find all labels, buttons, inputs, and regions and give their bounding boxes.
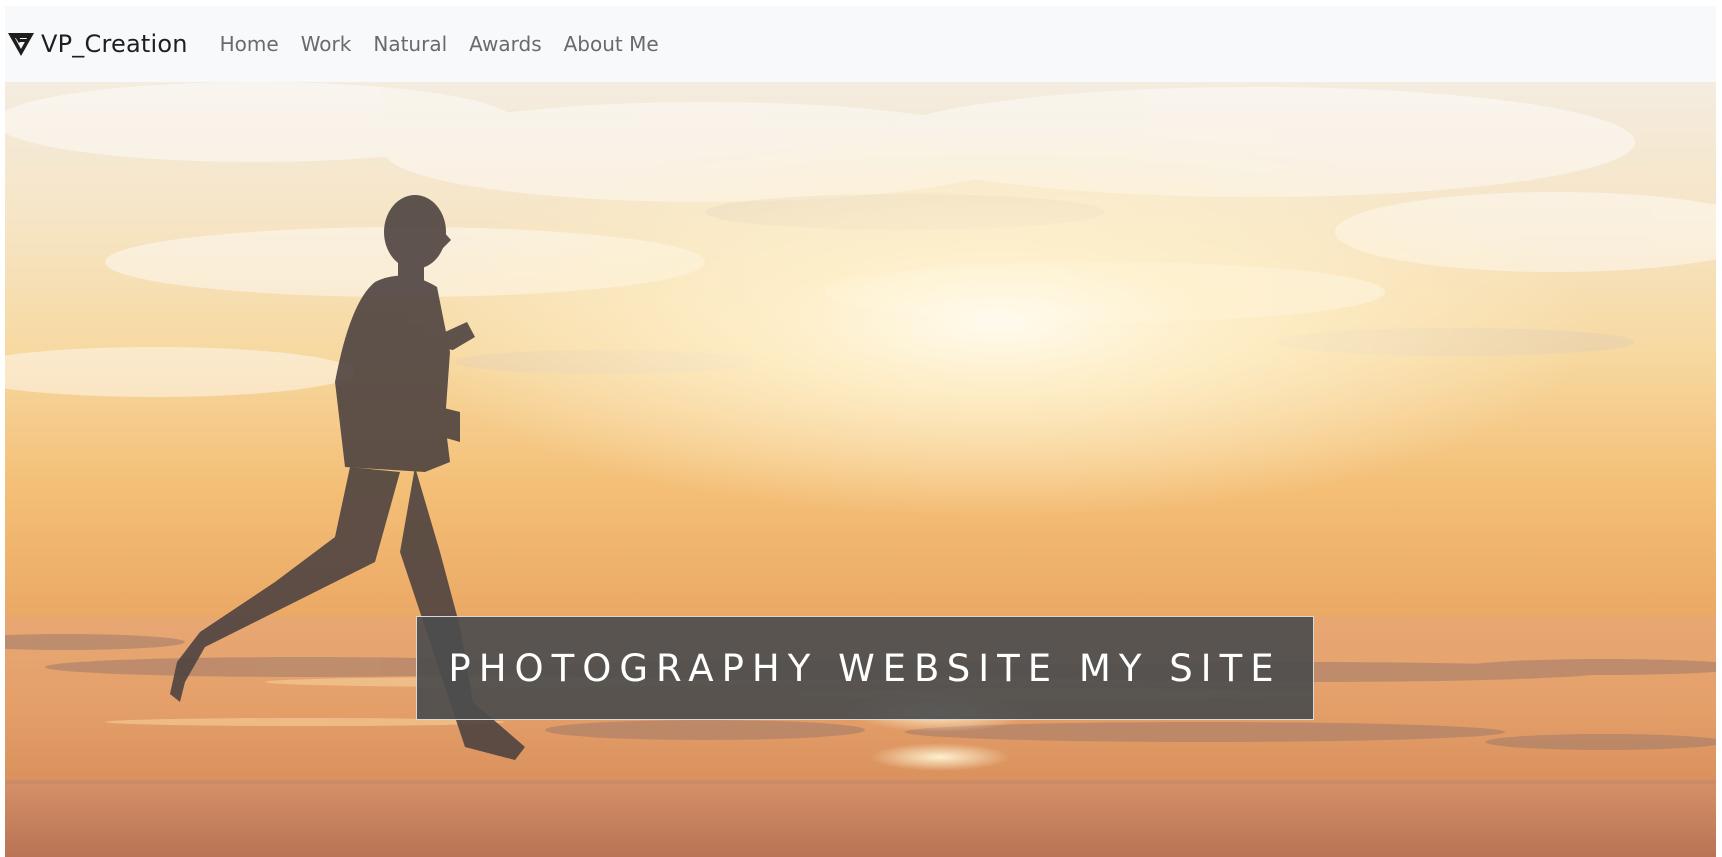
nav-links: Home Work Natural Awards About Me	[220, 32, 681, 56]
nav-link-home[interactable]: Home	[220, 32, 279, 56]
hero-caption-box: PHOTOGRAPHY WEBSITE MY SITE	[416, 616, 1314, 720]
brand-name: VP_Creation	[41, 30, 188, 58]
page: VP_Creation Home Work Natural Awards Abo…	[0, 0, 1722, 857]
hero-caption-text: PHOTOGRAPHY WEBSITE MY SITE	[448, 646, 1282, 690]
hero-banner: PHOTOGRAPHY WEBSITE MY SITE	[5, 82, 1716, 857]
beach-runner-sunset-photo	[5, 82, 1716, 857]
right-gutter	[1716, 0, 1722, 857]
brand-link[interactable]: VP_Creation	[7, 30, 188, 58]
nav-link-natural[interactable]: Natural	[373, 32, 447, 56]
nav-link-awards[interactable]: Awards	[469, 32, 541, 56]
nav-link-about-me[interactable]: About Me	[564, 32, 659, 56]
vp-logo-icon	[7, 30, 35, 58]
navbar: VP_Creation Home Work Natural Awards Abo…	[5, 6, 1716, 82]
nav-link-work[interactable]: Work	[301, 32, 352, 56]
